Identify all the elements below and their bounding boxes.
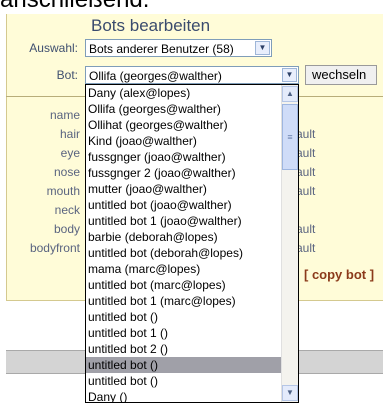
dropdown-option[interactable]: untitled bot 2 () xyxy=(86,341,282,357)
dropdown-option[interactable]: mama (marc@lopes) xyxy=(86,261,282,277)
copy-bot-link[interactable]: [ copy bot ] xyxy=(304,267,374,282)
grip-icon: ≡ xyxy=(287,132,293,142)
dropdown-options: Dany (alex@lopes) Ollifa (georges@walther… xyxy=(86,85,282,402)
dropdown-option[interactable]: untitled bot () xyxy=(86,373,282,389)
dropdown-option[interactable]: untitled bot () xyxy=(86,357,282,373)
dropdown-option[interactable]: untitled bot (joao@walther) xyxy=(86,197,282,213)
bot-select-value: Ollifa (georges@walther) xyxy=(89,69,222,83)
bot-dropdown-list[interactable]: Dany (alex@lopes) Ollifa (georges@walther… xyxy=(85,84,299,403)
dropdown-scrollbar[interactable]: ▲ ≡ ▼ xyxy=(281,85,298,402)
bot-select[interactable]: Ollifa (georges@walther) ▼ xyxy=(85,66,299,84)
dropdown-option[interactable]: Dany () xyxy=(86,389,282,402)
dropdown-option[interactable]: untitled bot 1 () xyxy=(86,325,282,341)
attr-label-eye: eye xyxy=(60,146,80,160)
dropdown-option[interactable]: untitled bot (deborah@lopes) xyxy=(86,245,282,261)
attr-label-body: body xyxy=(53,222,80,236)
switch-button[interactable]: wechseln xyxy=(305,65,377,85)
auswahl-select-value: Bots anderer Benutzer (58) xyxy=(89,42,234,56)
dropdown-option[interactable]: untitled bot 1 (joao@walther) xyxy=(86,213,282,229)
auswahl-select[interactable]: Bots anderer Benutzer (58) ▼ xyxy=(85,39,272,57)
scroll-up-button[interactable]: ▲ xyxy=(282,86,298,102)
dropdown-option[interactable]: Dany (alex@lopes) xyxy=(86,85,282,101)
chevron-down-icon[interactable]: ▼ xyxy=(282,68,297,82)
chevron-down-icon[interactable]: ▼ xyxy=(255,41,270,55)
dropdown-option[interactable]: Ollihat (georges@walther) xyxy=(86,117,282,133)
bot-label: Bot: xyxy=(56,68,78,82)
dropdown-option[interactable]: barbie (deborah@lopes) xyxy=(86,229,282,245)
panel-title: Bots bearbeiten xyxy=(91,16,211,35)
attr-label-nose: nose xyxy=(53,165,80,179)
dropdown-option[interactable]: Kind (joao@walther) xyxy=(86,133,282,149)
scroll-thumb[interactable]: ≡ xyxy=(282,104,298,170)
attr-label-neck: neck xyxy=(54,203,80,217)
dropdown-option[interactable]: untitled bot () xyxy=(86,309,282,325)
attr-label-mouth: mouth xyxy=(46,184,80,198)
attr-label-bodyfront: bodyfront xyxy=(29,241,80,255)
dropdown-option[interactable]: fussgnger 2 (joao@walther) xyxy=(86,165,282,181)
chevron-up-icon: ▲ xyxy=(286,89,294,98)
auswahl-label: Auswahl: xyxy=(29,41,78,55)
dropdown-option[interactable]: untitled bot 1 (marc@lopes) xyxy=(86,293,282,309)
dropdown-option[interactable]: untitled bot (marc@lopes) xyxy=(86,277,282,293)
scroll-down-button[interactable]: ▼ xyxy=(282,385,298,401)
chevron-down-icon: ▼ xyxy=(286,388,294,397)
dropdown-option[interactable]: Ollifa (georges@walther) xyxy=(86,101,282,117)
attr-label-name: name xyxy=(49,108,80,122)
dropdown-option[interactable]: fussgnger (joao@walther) xyxy=(86,149,282,165)
attr-label-hair: hair xyxy=(59,127,80,141)
dropdown-option[interactable]: mutter (joao@walther) xyxy=(86,181,282,197)
